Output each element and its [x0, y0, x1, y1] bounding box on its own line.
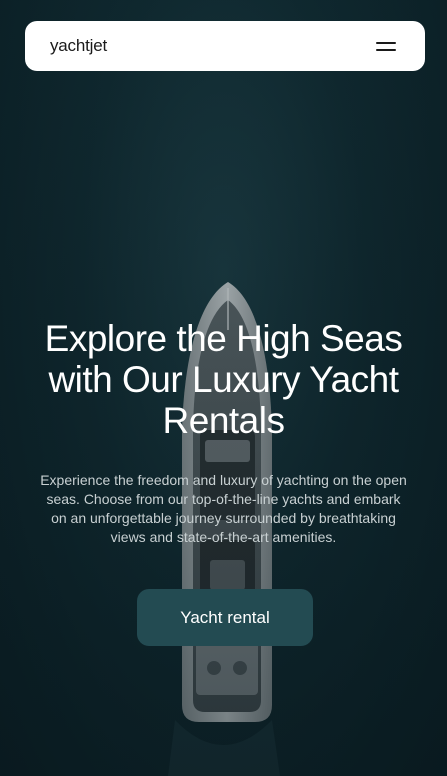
menu-line-top [376, 41, 396, 44]
hero-description: Experience the freedom and luxury of yac… [40, 472, 407, 545]
landing-screen: yachtjet Explore the High Seas with Our … [0, 0, 447, 776]
brand-logo[interactable]: yachtjet [50, 36, 107, 56]
hero-section: Explore the High Seas with Our Luxury Ya… [0, 318, 447, 547]
hamburger-menu-icon[interactable] [376, 39, 398, 53]
yacht-rental-button[interactable]: Yacht rental [137, 589, 313, 646]
menu-line-bottom [376, 48, 396, 51]
hero-title: Explore the High Seas with Our Luxury Ya… [44, 318, 403, 441]
top-navbar: yachtjet [25, 21, 425, 71]
